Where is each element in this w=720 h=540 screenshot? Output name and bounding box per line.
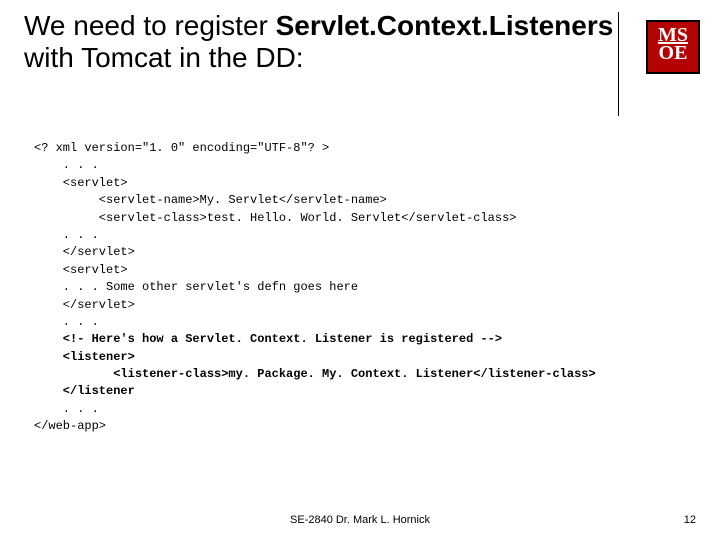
code-line: <listener-class>my. Package. My. Context…	[34, 367, 596, 381]
slide-title: We need to register Servlet.Context.List…	[24, 10, 614, 74]
code-line: . . .	[34, 402, 99, 416]
code-line: . . .	[34, 158, 99, 172]
code-line: <? xml version="1. 0" encoding="UTF-8"? …	[34, 141, 329, 155]
code-line: <servlet-name>My. Servlet</servlet-name>	[34, 193, 387, 207]
code-line: . . . Some other servlet's defn goes her…	[34, 280, 358, 294]
page-number: 12	[684, 514, 696, 526]
logo-line1: MS	[648, 22, 698, 44]
code-line: . . .	[34, 315, 99, 329]
title-part1: We need to register	[24, 10, 276, 41]
footer-center: SE-2840 Dr. Mark L. Hornick	[0, 514, 720, 526]
code-line: <!- Here's how a Servlet. Context. Liste…	[34, 332, 502, 346]
title-part2: with Tomcat in the DD:	[24, 42, 304, 73]
msoe-logo: MS OE	[646, 20, 700, 74]
code-line: <listener>	[34, 350, 135, 364]
code-line: . . .	[34, 228, 99, 242]
code-line: </listener	[34, 384, 135, 398]
slide: We need to register Servlet.Context.List…	[0, 0, 720, 540]
code-line: </servlet>	[34, 298, 135, 312]
title-divider	[618, 12, 619, 116]
code-line: <servlet-class>test. Hello. World. Servl…	[34, 211, 516, 225]
code-line: <servlet>	[34, 263, 128, 277]
title-text: We need to register Servlet.Context.List…	[24, 10, 613, 73]
code-line: </web-app>	[34, 419, 106, 433]
code-block: <? xml version="1. 0" encoding="UTF-8"? …	[34, 140, 700, 436]
title-bold: Servlet.Context.Listeners	[276, 10, 614, 41]
code-line: </servlet>	[34, 245, 135, 259]
logo-line2: OE	[648, 44, 698, 62]
code-line: <servlet>	[34, 176, 128, 190]
